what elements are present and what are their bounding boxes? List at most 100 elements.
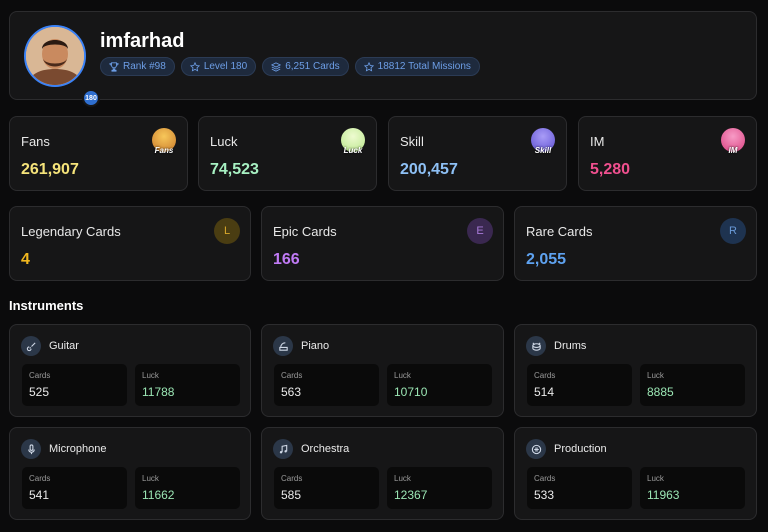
instrument-card-microphone[interactable]: Microphone Cards 541 Luck 11662 bbox=[9, 427, 251, 520]
im-icon-text: IM bbox=[728, 146, 738, 155]
drums-icon bbox=[526, 336, 546, 356]
legendary-badge: L bbox=[214, 218, 240, 244]
cards-label: Cards bbox=[281, 474, 303, 483]
cards-box: Cards 541 bbox=[22, 467, 127, 509]
luck-value: 8885 bbox=[647, 385, 674, 399]
rarity-value: 4 bbox=[21, 251, 30, 268]
stat-label: Fans bbox=[21, 134, 50, 149]
rarity-value: 166 bbox=[273, 251, 300, 268]
stat-label: Luck bbox=[210, 134, 238, 149]
cards-value: 514 bbox=[534, 385, 555, 399]
instrument-name: Piano bbox=[301, 340, 330, 352]
luck-label: Luck bbox=[647, 371, 664, 380]
cards-label: Cards bbox=[29, 371, 51, 380]
level-pill-text: Level 180 bbox=[203, 61, 248, 72]
cards-value: 533 bbox=[534, 488, 555, 502]
instrument-name: Drums bbox=[554, 340, 587, 352]
cards-value: 541 bbox=[29, 488, 50, 502]
legendary-cards-card: Legendary Cards 4 L bbox=[9, 206, 251, 281]
luck-box: Luck 11788 bbox=[135, 364, 240, 406]
epic-cards-card: Epic Cards 166 E bbox=[261, 206, 504, 281]
stat-card-skill: Skill 200,457 Skill bbox=[388, 116, 567, 191]
luck-value: 10710 bbox=[394, 385, 428, 399]
im-icon: IM bbox=[721, 128, 745, 155]
cards-box: Cards 533 bbox=[527, 467, 632, 509]
star-icon bbox=[363, 61, 374, 72]
profile-card: 180 imfarhad Rank #98 Level 180 6,251 Ca… bbox=[9, 11, 757, 107]
luck-label: Luck bbox=[394, 474, 411, 483]
avatar-wrap: 180 bbox=[24, 25, 100, 107]
fans-icon: Fans bbox=[152, 128, 176, 155]
epic-badge: E bbox=[467, 218, 493, 244]
rare-badge: R bbox=[720, 218, 746, 244]
instrument-card-guitar[interactable]: Guitar Cards 525 Luck 11788 bbox=[9, 324, 251, 417]
star-icon bbox=[189, 61, 200, 72]
layers-icon bbox=[271, 61, 282, 72]
luck-value: 11963 bbox=[647, 488, 680, 502]
music-note-icon bbox=[273, 439, 293, 459]
cards-pill-text: 6,251 Cards bbox=[285, 61, 340, 72]
clover-icon: Luck bbox=[341, 128, 365, 155]
stat-value: 200,457 bbox=[400, 161, 458, 178]
instrument-name: Production bbox=[554, 443, 607, 455]
fans-icon-text: Fans bbox=[154, 146, 174, 155]
cards-box: Cards 585 bbox=[274, 467, 379, 509]
rarity-label: Rare Cards bbox=[526, 224, 593, 239]
level-badge: 180 bbox=[82, 89, 100, 107]
skill-icon: Skill bbox=[531, 128, 555, 155]
instrument-card-piano[interactable]: Piano Cards 563 Luck 10710 bbox=[261, 324, 504, 417]
rarity-label: Epic Cards bbox=[273, 224, 337, 239]
rare-cards-card: Rare Cards 2,055 R bbox=[514, 206, 757, 281]
avatar[interactable] bbox=[24, 25, 86, 87]
cards-label: Cards bbox=[534, 474, 556, 483]
instrument-card-production[interactable]: Production Cards 533 Luck 11963 bbox=[514, 427, 757, 520]
missions-pill: 18812 Total Missions bbox=[354, 57, 480, 76]
luck-label: Luck bbox=[394, 371, 411, 380]
username: imfarhad bbox=[100, 30, 185, 52]
skill-icon-text: Skill bbox=[534, 146, 552, 155]
luck-box: Luck 10710 bbox=[387, 364, 492, 406]
rarity-label: Legendary Cards bbox=[21, 224, 121, 239]
trophy-icon bbox=[109, 61, 119, 72]
luck-box: Luck 11662 bbox=[135, 467, 240, 509]
cards-box: Cards 525 bbox=[22, 364, 127, 406]
luck-box: Luck 8885 bbox=[640, 364, 745, 406]
cards-label: Cards bbox=[29, 474, 51, 483]
stat-label: IM bbox=[590, 134, 605, 149]
stat-card-fans: Fans 261,907 Fans bbox=[9, 116, 188, 191]
guitar-icon bbox=[21, 336, 41, 356]
instrument-card-orchestra[interactable]: Orchestra Cards 585 Luck 12367 bbox=[261, 427, 504, 520]
stat-value: 261,907 bbox=[21, 161, 79, 178]
rarity-value: 2,055 bbox=[526, 251, 567, 268]
luck-box: Luck 11963 bbox=[640, 467, 745, 509]
luck-value: 11788 bbox=[142, 385, 175, 399]
luck-label: Luck bbox=[142, 371, 159, 380]
instrument-card-drums[interactable]: Drums Cards 514 Luck 8885 bbox=[514, 324, 757, 417]
luck-icon-text: Luck bbox=[343, 146, 363, 155]
stat-card-luck: Luck 74,523 Luck bbox=[198, 116, 377, 191]
rank-pill: Rank #98 bbox=[100, 57, 175, 76]
cards-box: Cards 563 bbox=[274, 364, 379, 406]
stat-value: 5,280 bbox=[590, 161, 631, 178]
stat-value: 74,523 bbox=[210, 161, 259, 178]
production-icon bbox=[526, 439, 546, 459]
cards-pill: 6,251 Cards bbox=[262, 57, 349, 76]
cards-value: 585 bbox=[281, 488, 302, 502]
luck-label: Luck bbox=[142, 474, 159, 483]
piano-icon bbox=[273, 336, 293, 356]
instrument-name: Microphone bbox=[49, 443, 107, 455]
instrument-name: Orchestra bbox=[301, 443, 350, 455]
luck-value: 11662 bbox=[142, 488, 175, 502]
rank-pill-text: Rank #98 bbox=[123, 61, 166, 72]
cards-label: Cards bbox=[281, 371, 303, 380]
profile-pills: Rank #98 Level 180 6,251 Cards 18812 Tot… bbox=[100, 57, 480, 76]
instruments-heading: Instruments bbox=[9, 298, 84, 313]
luck-value: 12367 bbox=[394, 488, 428, 502]
cards-box: Cards 514 bbox=[527, 364, 632, 406]
missions-pill-text: 18812 Total Missions bbox=[377, 61, 471, 72]
luck-box: Luck 12367 bbox=[387, 467, 492, 509]
stat-label: Skill bbox=[400, 134, 424, 149]
instrument-name: Guitar bbox=[49, 340, 79, 352]
microphone-icon bbox=[21, 439, 41, 459]
cards-value: 525 bbox=[29, 385, 50, 399]
